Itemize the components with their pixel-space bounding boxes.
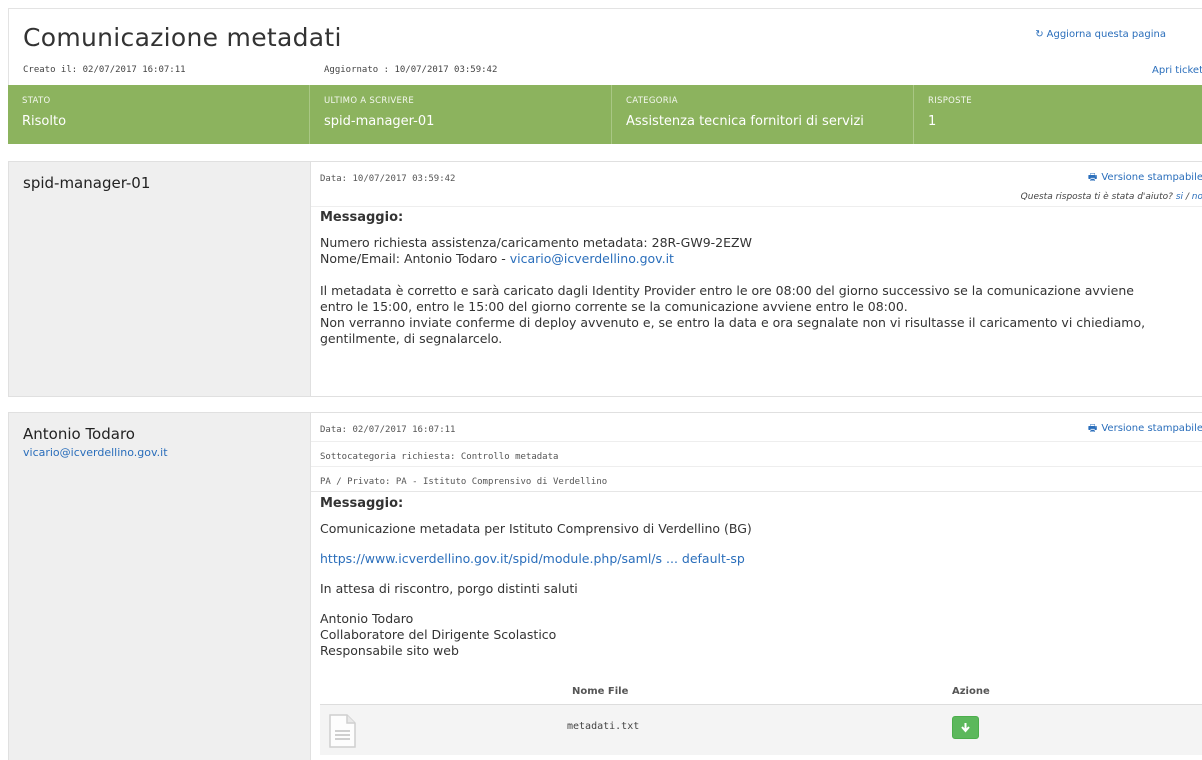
attachment-row: metadati.txt [320, 705, 1202, 755]
print-label: Versione stampabile [1101, 423, 1202, 434]
helpful-no-link[interactable]: no [1192, 192, 1202, 202]
download-button[interactable] [952, 716, 979, 739]
refresh-label: Aggiorna questa pagina [1046, 29, 1166, 40]
message-body: Messaggio: Comunicazione metadata per Is… [311, 492, 1202, 659]
status-label: ULTIMO A SCRIVERE [324, 96, 415, 106]
status-value: 1 [928, 114, 937, 129]
status-cell-state: STATO Risolto [8, 85, 310, 144]
message-paragraph: In attesa di riscontro, porgo distinti s… [320, 581, 578, 596]
refresh-page-link[interactable]: ↻ Aggiorna questa pagina [1035, 29, 1166, 40]
message-content: Data: 02/07/2017 16:07:11 Sottocategoria… [311, 413, 1202, 760]
author-column: spid-manager-01 [9, 162, 311, 396]
print-icon: 🖶 [1087, 423, 1098, 434]
email-link[interactable]: vicario@icverdellino.gov.it [510, 251, 674, 266]
author-name: Antonio Todaro [23, 425, 135, 443]
message-meta: Data: 02/07/2017 16:07:11 [311, 413, 1202, 442]
message-heading: Messaggio: [320, 210, 404, 225]
ticket-header: Comunicazione metadati Creato il: 02/07/… [8, 8, 1202, 85]
signature-line: Collaboratore del Dirigente Scolastico [320, 627, 557, 642]
page-title: Comunicazione metadati [23, 23, 342, 52]
status-cell-category: CATEGORIA Assistenza tecnica fornitori d… [612, 85, 914, 144]
author-column: Antonio Todaro vicario@icverdellino.gov.… [9, 413, 311, 760]
helpful-separator: / [1183, 192, 1192, 202]
printable-version-link[interactable]: 🖶 Versione stampabile [1088, 421, 1202, 438]
name-email-label: Nome/Email: Antonio Todaro - [320, 251, 510, 266]
status-cell-last-writer: ULTIMO A SCRIVERE spid-manager-01 [310, 85, 612, 144]
created-date: Creato il: 02/07/2017 16:07:11 [23, 65, 186, 75]
message-meta: PA / Privato: PA - Istituto Comprensivo … [311, 467, 1202, 492]
subcategory: Sottocategoria richiesta: Controllo meta… [320, 452, 559, 462]
author-email-link[interactable]: vicario@icverdellino.gov.it [23, 446, 296, 459]
column-file-name: Nome File [572, 686, 629, 697]
column-action: Azione [952, 686, 990, 697]
message-paragraph: Comunicazione metadata per Istituto Comp… [320, 521, 752, 536]
status-label: STATO [22, 96, 51, 106]
message-paragraph: entro le 15:00, entro le 15:00 del giorn… [320, 299, 908, 314]
pa-private: PA / Privato: PA - Istituto Comprensivo … [320, 477, 608, 487]
message-paragraph: Non verranno inviate conferme di deploy … [320, 315, 1146, 330]
message-meta: Sottocategoria richiesta: Controllo meta… [311, 442, 1202, 467]
status-value: spid-manager-01 [324, 114, 435, 129]
file-text-icon [329, 714, 356, 748]
author-name: spid-manager-01 [23, 174, 151, 192]
status-label: CATEGORIA [626, 96, 678, 106]
open-ticket-link[interactable]: Apri ticket [1152, 65, 1202, 76]
status-label: RISPOSTE [928, 96, 972, 106]
message-date: Data: 02/07/2017 16:07:11 [320, 425, 456, 435]
status-value: Assistenza tecnica fornitori di servizi [626, 114, 864, 129]
name-email-line: Nome/Email: Antonio Todaro - vicario@icv… [320, 251, 1194, 267]
message-paragraph: Il metadata è corretto e sarà caricato d… [320, 283, 1134, 298]
helpful-yes-link[interactable]: si [1176, 192, 1183, 202]
print-icon: 🖶 [1087, 172, 1098, 183]
print-label: Versione stampabile [1101, 172, 1202, 183]
download-arrow-icon [961, 723, 970, 733]
refresh-icon: ↻ [1035, 29, 1044, 40]
message-original: Antonio Todaro vicario@icverdellino.gov.… [8, 412, 1202, 760]
file-name: metadati.txt [567, 721, 640, 732]
message-reply: spid-manager-01 Data: 10/07/2017 03:59:4… [8, 161, 1202, 397]
message-paragraph: gentilmente, di segnalarcelo. [320, 331, 503, 346]
message-date: Data: 10/07/2017 03:59:42 [320, 174, 456, 184]
metadata-url-link[interactable]: https://www.icverdellino.gov.it/spid/mod… [320, 551, 745, 566]
helpful-text: Questa risposta ti è stata d'aiuto? [1020, 192, 1173, 202]
ticket-status-bar: STATO Risolto ULTIMO A SCRIVERE spid-man… [8, 85, 1202, 144]
message-content: Data: 10/07/2017 03:59:42 🖶 Versione stam… [311, 162, 1202, 396]
status-cell-replies: RISPOSTE 1 [914, 85, 1202, 144]
status-value: Risolto [22, 114, 67, 129]
printable-version-link[interactable]: 🖶 Versione stampabile [1088, 170, 1202, 187]
signature-line: Responsabile sito web [320, 643, 459, 658]
helpful-question: Questa risposta ti è stata d'aiuto? si /… [1021, 192, 1202, 202]
updated-date: Aggiornato : 10/07/2017 03:59:42 [324, 65, 498, 75]
message-heading: Messaggio: [320, 496, 404, 511]
signature-line: Antonio Todaro [320, 611, 414, 626]
request-number: Numero richiesta assistenza/caricamento … [320, 235, 752, 250]
attachments-header: Nome File Azione [320, 678, 1202, 705]
attachments-table: Nome File Azione metadati.txt [320, 678, 1202, 755]
